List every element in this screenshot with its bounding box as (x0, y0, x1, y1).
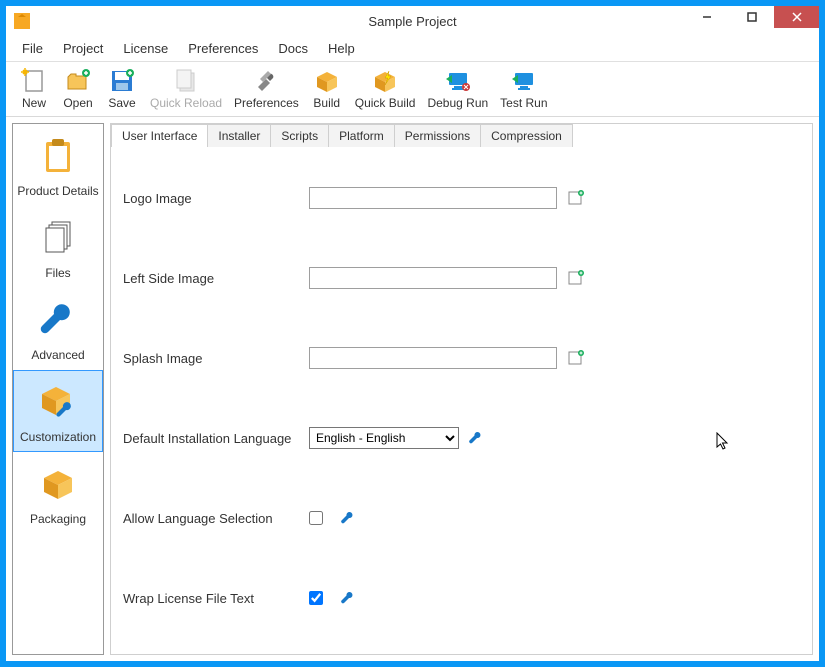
tab-permissions[interactable]: Permissions (394, 124, 481, 148)
quick-reload-label: Quick Reload (150, 96, 222, 110)
open-icon (63, 66, 93, 96)
test-run-button[interactable]: Test Run (494, 64, 553, 112)
browse-icon[interactable] (567, 269, 585, 287)
build-label: Build (313, 96, 340, 110)
wrench-icon[interactable] (341, 511, 355, 525)
wrench-icon[interactable] (341, 591, 355, 605)
menu-license[interactable]: License (113, 38, 178, 59)
menu-docs[interactable]: Docs (268, 38, 318, 59)
quick-build-button[interactable]: Quick Build (349, 64, 422, 112)
browse-icon[interactable] (567, 349, 585, 367)
open-label: Open (63, 96, 92, 110)
sidebar: Product Details Files Advanced Customiza… (12, 123, 104, 655)
sidebar-item-label: Product Details (17, 184, 98, 198)
sidebar-item-customization[interactable]: Customization (13, 370, 103, 452)
default-language-select[interactable]: English - English (309, 427, 459, 449)
reload-icon (171, 66, 201, 96)
menu-preferences[interactable]: Preferences (178, 38, 268, 59)
new-icon (19, 66, 49, 96)
tab-bar: User Interface Installer Scripts Platfor… (111, 124, 812, 148)
customization-icon (36, 380, 80, 424)
sidebar-item-packaging[interactable]: Packaging (13, 452, 103, 534)
wrap-license-checkbox[interactable] (309, 591, 323, 605)
tab-installer[interactable]: Installer (207, 124, 271, 148)
quick-build-label: Quick Build (355, 96, 416, 110)
sidebar-item-product-details[interactable]: Product Details (13, 124, 103, 206)
splash-image-input[interactable] (309, 347, 557, 369)
window-title: Sample Project (368, 14, 456, 29)
menu-project[interactable]: Project (53, 38, 113, 59)
sidebar-item-label: Packaging (30, 512, 86, 526)
menu-help[interactable]: Help (318, 38, 365, 59)
titlebar: Sample Project (6, 6, 819, 36)
package-icon (36, 462, 80, 506)
tab-platform[interactable]: Platform (328, 124, 395, 148)
test-run-icon (509, 66, 539, 96)
default-language-label: Default Installation Language (123, 431, 309, 446)
preferences-button[interactable]: Preferences (228, 64, 305, 112)
tab-content: Logo Image Left Side Image Splash Image … (111, 147, 812, 654)
browse-icon[interactable] (567, 189, 585, 207)
save-label: Save (108, 96, 135, 110)
new-label: New (22, 96, 46, 110)
sidebar-item-advanced[interactable]: Advanced (13, 288, 103, 370)
tab-user-interface[interactable]: User Interface (111, 124, 208, 148)
wrench-icon (36, 298, 80, 342)
sidebar-item-label: Advanced (31, 348, 84, 362)
debug-run-icon (443, 66, 473, 96)
main-panel: User Interface Installer Scripts Platfor… (110, 123, 813, 655)
splash-image-label: Splash Image (123, 351, 309, 366)
build-button[interactable]: Build (305, 64, 349, 112)
debug-run-label: Debug Run (427, 96, 488, 110)
sidebar-item-label: Files (45, 266, 70, 280)
quick-build-icon (370, 66, 400, 96)
sidebar-item-files[interactable]: Files (13, 206, 103, 288)
toolbar: New Open Save Quick Reload Preferences B… (6, 62, 819, 117)
new-button[interactable]: New (12, 64, 56, 112)
open-button[interactable]: Open (56, 64, 100, 112)
tab-scripts[interactable]: Scripts (270, 124, 329, 148)
logo-image-label: Logo Image (123, 191, 309, 206)
logo-image-input[interactable] (309, 187, 557, 209)
menubar: File Project License Preferences Docs He… (6, 36, 819, 62)
close-button[interactable] (774, 6, 819, 28)
wrap-license-label: Wrap License File Text (123, 591, 309, 606)
quick-reload-button[interactable]: Quick Reload (144, 64, 228, 112)
left-side-image-label: Left Side Image (123, 271, 309, 286)
content-area: Product Details Files Advanced Customiza… (6, 117, 819, 661)
files-icon (36, 216, 80, 260)
allow-language-selection-checkbox[interactable] (309, 511, 323, 525)
save-icon (107, 66, 137, 96)
wrench-icon[interactable] (469, 431, 483, 445)
clipboard-icon (36, 134, 80, 178)
app-window: Sample Project File Project License Pref… (6, 6, 819, 661)
save-button[interactable]: Save (100, 64, 144, 112)
allow-language-selection-label: Allow Language Selection (123, 511, 309, 526)
menu-file[interactable]: File (12, 38, 53, 59)
app-icon (14, 13, 30, 29)
tab-compression[interactable]: Compression (480, 124, 573, 148)
minimize-button[interactable] (684, 6, 729, 28)
preferences-label: Preferences (234, 96, 299, 110)
preferences-icon (251, 66, 281, 96)
debug-run-button[interactable]: Debug Run (421, 64, 494, 112)
test-run-label: Test Run (500, 96, 547, 110)
sidebar-item-label: Customization (20, 430, 96, 444)
build-icon (312, 66, 342, 96)
left-side-image-input[interactable] (309, 267, 557, 289)
maximize-button[interactable] (729, 6, 774, 28)
